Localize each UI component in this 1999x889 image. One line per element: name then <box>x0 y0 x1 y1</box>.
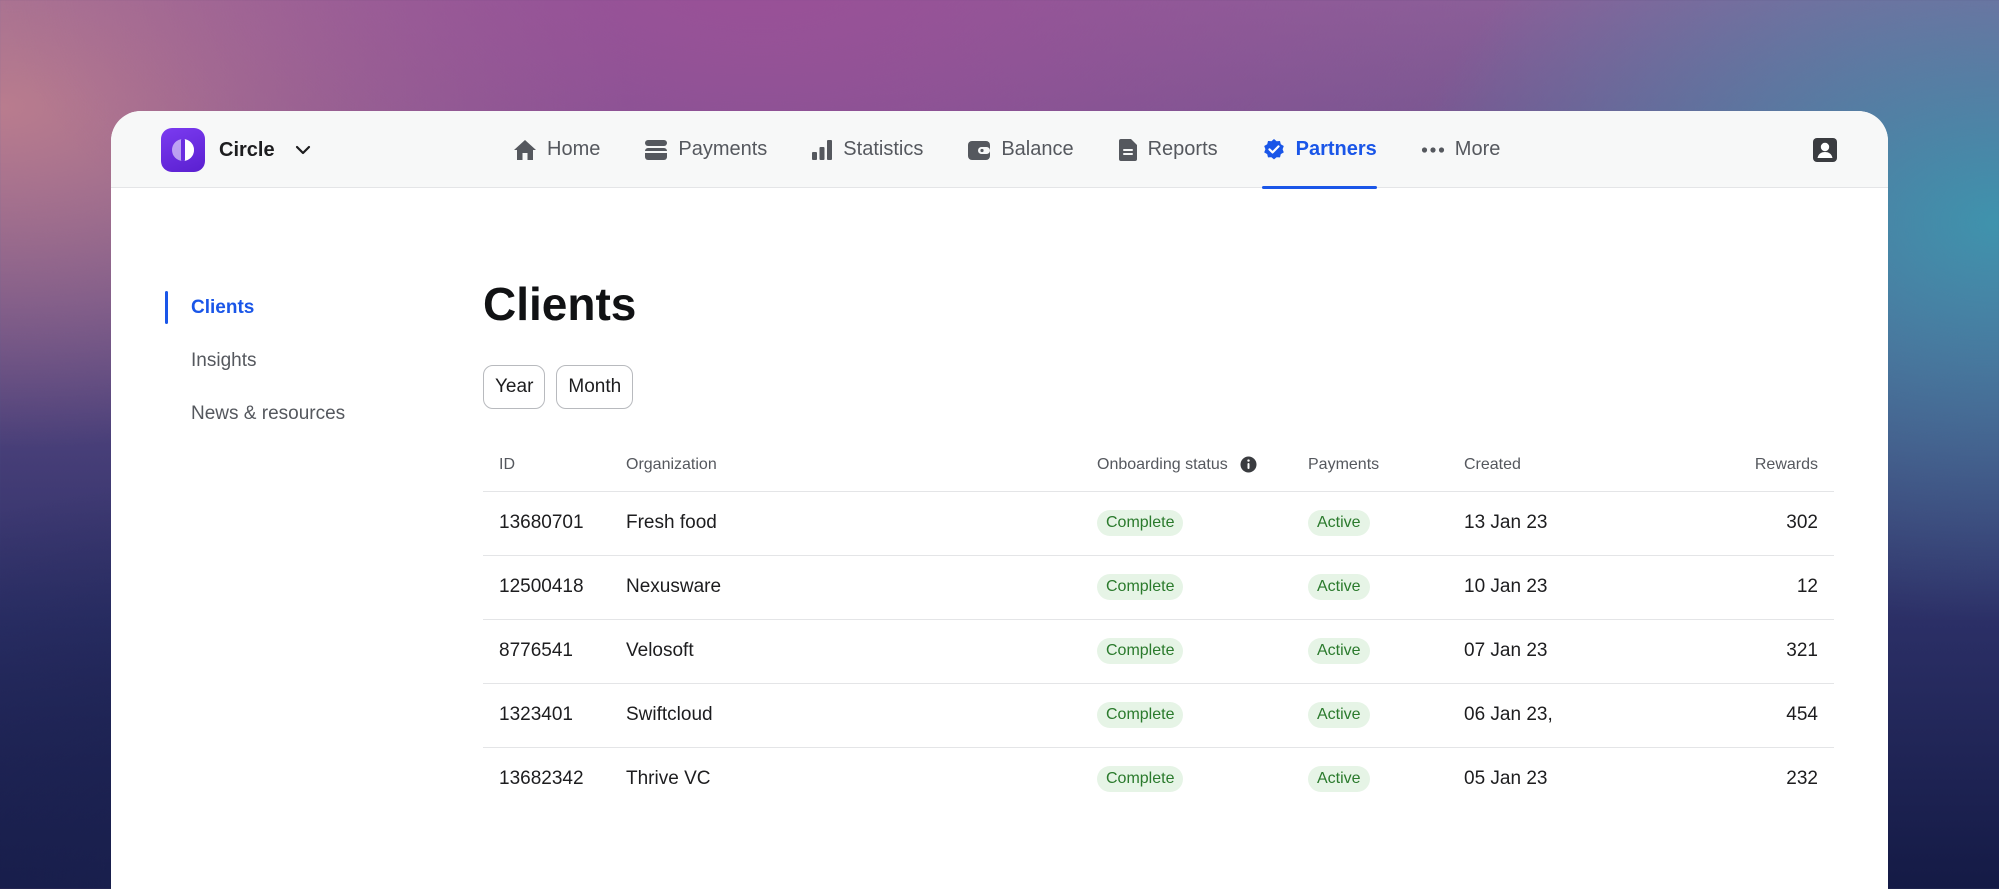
sidebar-item-label: Clients <box>191 296 255 318</box>
table-row[interactable]: 12500418 Nexusware Complete Active 10 Ja… <box>483 555 1834 620</box>
status-badge: Complete <box>1097 510 1184 536</box>
main-content: Clients Year Month ID Organization Onboa… <box>483 271 1834 811</box>
status-badge: Active <box>1308 702 1370 728</box>
cell-organization: Velosoft <box>610 619 1081 684</box>
table-row[interactable]: 8776541 Velosoft Complete Active 07 Jan … <box>483 619 1834 684</box>
cell-payments: Active <box>1292 747 1448 811</box>
cell-organization: Thrive VC <box>626 768 711 790</box>
sidebar-item-label: Insights <box>191 349 257 371</box>
nav-item-partners[interactable]: Partners <box>1240 111 1399 189</box>
nav-item-label: Reports <box>1147 138 1218 160</box>
cell-rewards: 232 <box>1786 768 1818 790</box>
cell-rewards: 12 <box>1648 555 1834 620</box>
filter-chips: Year Month <box>483 365 1834 409</box>
cell-id: 13682342 <box>499 768 584 790</box>
status-badge: Complete <box>1097 574 1184 600</box>
nav-item-statistics[interactable]: Statistics <box>789 111 945 188</box>
cell-payments: Active <box>1292 491 1448 556</box>
document-icon <box>1118 138 1138 162</box>
cell-id: 13680701 <box>483 491 610 556</box>
nav-item-label: Home <box>547 138 601 160</box>
column-header-label: Onboarding status <box>1097 455 1228 473</box>
main-nav: Home Payments Statistics Balance Reports… <box>491 111 1523 189</box>
home-icon <box>513 139 537 161</box>
cell-rewards: 454 <box>1648 683 1834 748</box>
nav-item-reports[interactable]: Reports <box>1096 111 1240 188</box>
sidebar-item-label: News & resources <box>191 402 346 424</box>
cell-id: 12500418 <box>483 555 610 620</box>
top-navigation-bar: Circle Home Payments Statistics Balance … <box>111 111 1888 189</box>
sidebar-item-news-resources[interactable]: News & resources <box>165 387 465 440</box>
cell-onboarding: Complete <box>1081 555 1292 620</box>
info-icon[interactable] <box>1240 456 1257 473</box>
profile-button[interactable] <box>1812 137 1838 163</box>
cell-onboarding: Complete <box>1081 491 1292 556</box>
more-dots-icon <box>1421 146 1445 154</box>
nav-item-payments[interactable]: Payments <box>622 111 789 188</box>
nav-item-home[interactable]: Home <box>491 111 622 188</box>
status-badge: Active <box>1308 574 1370 600</box>
cell-onboarding: Complete <box>1081 619 1292 684</box>
nav-item-label: More <box>1454 138 1501 160</box>
clients-table: ID Organization Onboarding status Paymen… <box>483 439 1834 811</box>
page-title: Clients <box>483 278 637 330</box>
cell-rewards: 321 <box>1648 619 1834 684</box>
cell-organization: Nexusware <box>610 555 1081 620</box>
cell-organization: Swiftcloud <box>610 683 1081 748</box>
column-header-organization[interactable]: Organization <box>610 439 1081 492</box>
nav-item-label: Statistics <box>843 138 924 160</box>
verified-badge-icon <box>1262 138 1286 162</box>
cell-id: 1323401 <box>483 683 610 748</box>
cell-rewards: 302 <box>1648 491 1834 556</box>
status-badge: Complete <box>1097 702 1184 728</box>
circle-logo <box>161 128 205 172</box>
cell-payments: Active <box>1292 683 1448 748</box>
column-header-onboarding-status[interactable]: Onboarding status <box>1081 439 1292 492</box>
sidebar: Clients Insights News & resources <box>165 281 465 440</box>
cell-created: 10 Jan 23 <box>1448 555 1648 620</box>
status-badge: Complete <box>1097 766 1184 793</box>
payments-icon <box>644 139 668 161</box>
nav-item-label: Partners <box>1295 138 1377 160</box>
cell-onboarding: Complete <box>1081 683 1292 748</box>
cell-created: 05 Jan 23 <box>1464 768 1548 790</box>
cell-payments: Active <box>1292 619 1448 684</box>
nav-item-balance[interactable]: Balance <box>945 111 1095 188</box>
bar-chart-icon <box>811 139 833 161</box>
wallet-icon <box>967 139 991 161</box>
cell-onboarding: Complete <box>1081 747 1292 811</box>
cell-organization: Fresh food <box>610 491 1081 556</box>
filter-month-button[interactable]: Month <box>556 365 634 409</box>
cell-created: 06 Jan 23, <box>1448 683 1648 748</box>
nav-item-label: Payments <box>678 138 768 160</box>
status-badge: Active <box>1308 638 1370 664</box>
sidebar-item-clients[interactable]: Clients <box>165 281 465 334</box>
column-header-id[interactable]: ID <box>483 439 610 492</box>
table-row[interactable]: 1323401 Swiftcloud Complete Active 06 Ja… <box>483 683 1834 748</box>
chevron-down-icon <box>295 145 311 155</box>
workspace-name: Circle <box>219 138 275 161</box>
nav-item-label: Balance <box>1001 138 1074 160</box>
sidebar-item-insights[interactable]: Insights <box>165 334 465 387</box>
column-header-rewards[interactable]: Rewards <box>1648 439 1834 492</box>
column-header-created[interactable]: Created <box>1448 439 1648 492</box>
table-row[interactable]: 13680701 Fresh food Complete Active 13 J… <box>483 491 1834 556</box>
table-header-row: ID Organization Onboarding status Paymen… <box>483 439 1834 492</box>
app-window: Circle Home Payments Statistics Balance … <box>111 111 1888 889</box>
nav-item-more[interactable]: More <box>1399 111 1523 188</box>
status-badge: Active <box>1308 510 1370 536</box>
cell-created: 07 Jan 23 <box>1448 619 1648 684</box>
cell-payments: Active <box>1292 555 1448 620</box>
filter-year-button[interactable]: Year <box>483 365 546 409</box>
status-badge: Active <box>1308 766 1370 793</box>
status-badge: Complete <box>1097 638 1184 664</box>
workspace-switcher[interactable]: Circle <box>161 128 311 172</box>
cell-created: 13 Jan 23 <box>1448 491 1648 556</box>
column-header-payments[interactable]: Payments <box>1292 439 1448 492</box>
cell-id: 8776541 <box>483 619 610 684</box>
user-profile-icon <box>1812 138 1838 167</box>
table-row[interactable]: 13682342 Thrive VC Complete Active 05 Ja… <box>483 747 1834 811</box>
